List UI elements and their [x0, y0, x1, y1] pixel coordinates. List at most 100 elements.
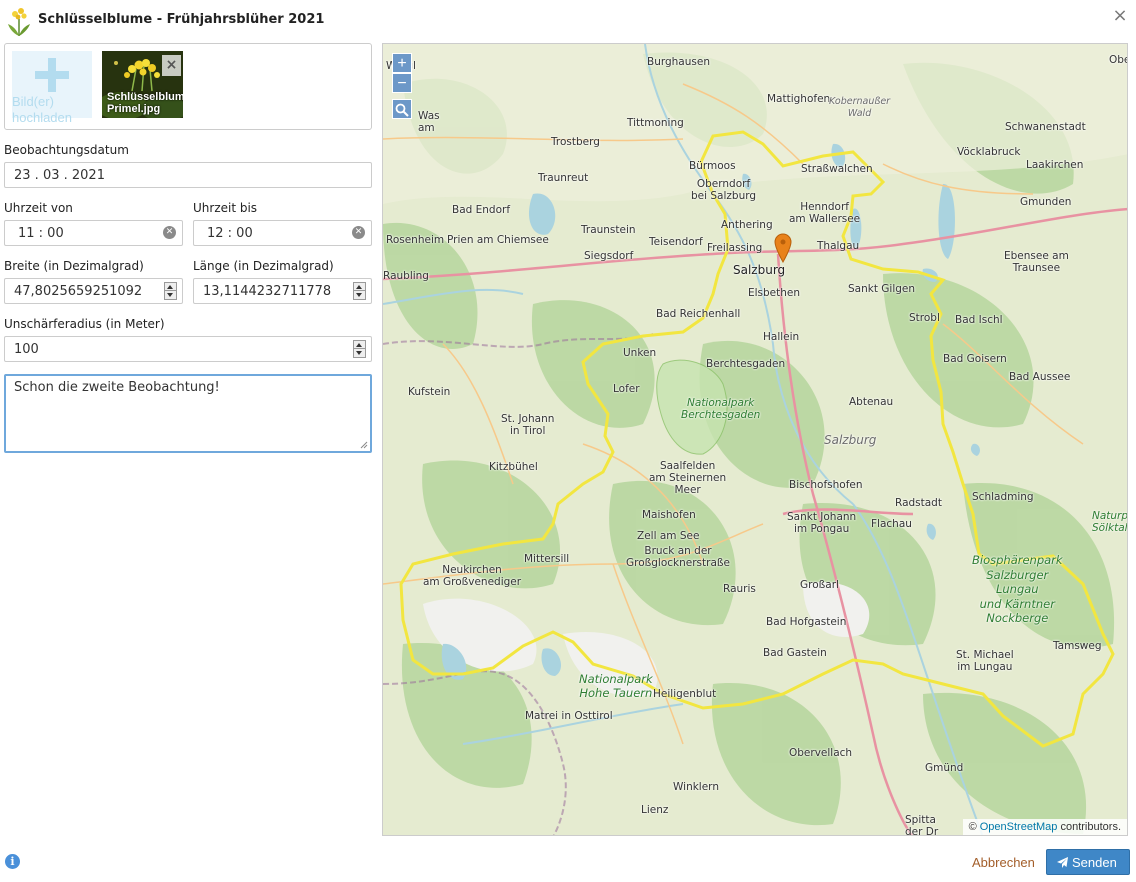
time-to-label: Uhrzeit bis — [193, 201, 258, 215]
longitude-label: Länge (in Dezimalgrad) — [193, 259, 334, 273]
date-label: Beobachtungsdatum — [4, 143, 129, 157]
map-label: Bischofshofen — [789, 479, 863, 491]
comment-textarea[interactable]: Schon die zweite Beobachtung! — [4, 374, 372, 453]
map-label: Tamsweg — [1053, 640, 1102, 652]
search-icon — [395, 103, 409, 117]
comment-value: Schon die zweite Beobachtung! — [14, 380, 220, 395]
map-view[interactable]: Wörgl Burghausen Mattighofen Kobernaußer… — [382, 43, 1128, 836]
map-label: Bad Hofgastein — [766, 616, 847, 628]
latitude-input[interactable]: 47,8025659251092 — [4, 278, 183, 304]
close-icon[interactable]: × — [1112, 6, 1128, 26]
paper-plane-icon — [1057, 857, 1068, 868]
openstreetmap-link[interactable]: OpenStreetMap — [980, 821, 1058, 833]
plus-icon — [35, 58, 69, 92]
map-search-button[interactable] — [392, 99, 412, 119]
map-label: Lienz — [641, 804, 669, 816]
map-label: Bad Aussee — [1009, 371, 1071, 383]
map-tiles — [383, 44, 1127, 835]
map-label: Bruck an der Großglocknerstraße — [626, 545, 730, 569]
map-label: Flachau — [871, 518, 912, 530]
latitude-value: 47,8025659251092 — [14, 284, 143, 299]
map-label: Laakirchen — [1026, 159, 1084, 171]
map-label: Bürmoos — [689, 160, 736, 172]
map-label: Biosphärenpark Salzburger Lungau und Kär… — [972, 553, 1063, 625]
map-label: Ebensee am Traunsee — [1004, 250, 1069, 274]
map-label: Bad Reichenhall — [656, 308, 741, 320]
map-label: Naturpa Sölktale — [1092, 510, 1128, 534]
info-icon[interactable]: i — [5, 854, 20, 869]
map-label: Bad Ischl — [955, 314, 1003, 326]
map-label: Zell am See — [637, 530, 700, 542]
clear-time-to-icon[interactable]: ✕ — [352, 226, 365, 239]
image-thumbnail[interactable]: Schlüsselblume- Primel.jpg × — [102, 51, 183, 118]
map-label: Matrei in Osttirol — [525, 710, 613, 722]
radius-value: 100 — [14, 342, 39, 357]
attribution-suffix: contributors. — [1060, 821, 1121, 833]
map-label: Sankt Johann im Pongau — [787, 511, 857, 535]
map-label: Prien am Chiemsee — [447, 234, 549, 246]
clear-time-from-icon[interactable]: ✕ — [163, 226, 176, 239]
map-label: Heiligenblut — [653, 688, 717, 700]
time-from-label: Uhrzeit von — [4, 201, 73, 215]
map-label: St. Michael im Lungau — [956, 649, 1014, 673]
map-label: Bad Endorf — [452, 204, 511, 216]
map-label: Rosenheim — [386, 234, 445, 246]
map-label: Mattighofen — [767, 93, 831, 105]
map-label: Unken — [623, 347, 657, 359]
time-from-input[interactable]: 11 : 00 ✕ — [4, 220, 183, 246]
thumbnail-filename: Schlüsselblume- Primel.jpg — [107, 91, 183, 115]
map-label: Kobernaußer Wald — [829, 96, 891, 119]
upload-images-button[interactable]: Bild(er) hochladen — [12, 51, 92, 125]
map-label: Vöcklabruck — [957, 146, 1021, 158]
latitude-spinner[interactable] — [164, 282, 177, 300]
map-label: Anthering — [721, 219, 773, 231]
map-label: Schladming — [972, 491, 1034, 503]
time-from-value: 11 : 00 — [18, 226, 64, 241]
map-label: Siegsdorf — [584, 250, 634, 262]
latitude-label: Breite (in Dezimalgrad) — [4, 259, 144, 273]
location-marker-icon[interactable] — [774, 233, 792, 263]
resize-grip-icon[interactable] — [360, 441, 368, 449]
time-to-input[interactable]: 12 : 00 ✕ — [193, 220, 372, 246]
radius-label: Unschärferadius (in Meter) — [4, 317, 165, 331]
longitude-value: 13,1144232711778 — [203, 284, 332, 299]
upload-button-label: Bild(er) hochladen — [12, 94, 72, 125]
map-label: Spitta der Dr — [905, 814, 939, 836]
cancel-button[interactable]: Abbrechen — [972, 855, 1035, 870]
image-upload-panel: Bild(er) hochladen Schlüsselblume- Prime… — [4, 43, 372, 130]
map-label: Winklern — [673, 781, 719, 793]
map-label: Gmunden — [1020, 196, 1072, 208]
send-button[interactable]: Senden — [1046, 849, 1130, 875]
dialog-titlebar: Schlüsselblume - Frühjahrsblüher 2021 × — [0, 0, 1136, 40]
map-label: Kitzbühel — [489, 461, 538, 473]
longitude-spinner[interactable] — [353, 282, 366, 300]
radius-input[interactable]: 100 — [4, 336, 372, 362]
radius-spinner[interactable] — [353, 340, 366, 358]
remove-image-button[interactable]: × — [162, 55, 181, 76]
map-label: Freilassing — [707, 242, 763, 254]
map-label: Sankt Gilgen — [848, 283, 916, 295]
zoom-in-button[interactable]: + — [392, 53, 412, 73]
map-label: Raubling — [383, 270, 429, 282]
map-label: Traunstein — [581, 224, 636, 236]
map-label: Maishofen — [642, 509, 696, 521]
date-input[interactable]: 23 . 03 . 2021 — [4, 162, 372, 188]
map-label: Ober — [1109, 54, 1127, 66]
map-label: Strobl — [909, 312, 940, 324]
map-label: St. Johann in Tirol — [501, 413, 555, 437]
attribution-prefix: © — [968, 821, 977, 833]
map-label: Rauris — [723, 583, 756, 595]
map-label: Gmünd — [925, 762, 964, 774]
map-label: Lofer — [613, 383, 640, 395]
map-label: Salzburg — [733, 263, 786, 277]
map-label: Kufstein — [408, 386, 451, 398]
dialog-title: Schlüsselblume - Frühjahrsblüher 2021 — [38, 12, 325, 27]
map-label: Schwanenstadt — [1005, 121, 1086, 133]
longitude-input[interactable]: 13,1144232711778 — [193, 278, 372, 304]
map-label: Saalfelden am Steinernen Meer — [649, 460, 727, 496]
map-label: Berchtesgaden — [706, 358, 786, 370]
map-label: Straßwalchen — [801, 163, 873, 175]
zoom-out-button[interactable]: − — [392, 73, 412, 93]
map-label: Hallein — [763, 331, 800, 343]
map-label: Nationalpark Berchtesgaden — [681, 397, 761, 421]
